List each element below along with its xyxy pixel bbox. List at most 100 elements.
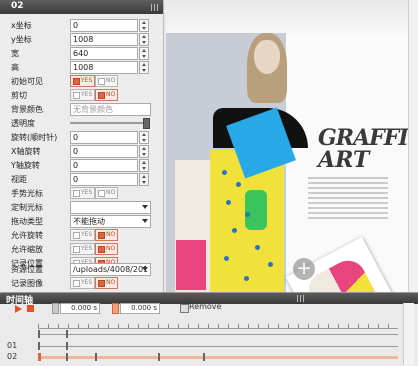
track-line [38,346,398,347]
keyframe[interactable] [66,342,68,350]
row-allow-zoom: 允许缩放 YES NO [0,243,163,256]
field-label: Y轴旋转 [11,161,40,170]
allow-zoom-no-toggle[interactable]: NO [95,243,119,255]
track-line [38,356,398,359]
width-field[interactable]: 640 [70,47,138,60]
checkbox-icon [98,232,105,239]
opacity-slider-handle[interactable] [143,118,150,129]
grip-icon[interactable] [151,4,159,11]
keyframe[interactable] [38,330,40,338]
field-label: 背景颜色 [11,105,43,114]
keyframe[interactable] [95,353,97,361]
rotation-stepper[interactable] [139,131,149,144]
time-end-field[interactable]: 0.000 s [120,303,160,314]
timeline-track[interactable] [38,341,398,352]
row-rotation: 旋转(顺时针) 0 [0,131,163,144]
chevron-down-icon[interactable] [141,202,148,211]
keyframe[interactable] [203,353,205,361]
keyframe-marker-icon[interactable] [52,303,59,314]
grip-icon[interactable] [297,295,305,302]
row-x: x坐标 0 [0,19,163,32]
field-label: 视距 [11,175,27,184]
clip-no-toggle[interactable]: NO [95,89,119,101]
x-field[interactable]: 0 [70,19,138,32]
row-allow-rotate: 允许旋转 YES NO [0,229,163,242]
row-height: 高 1008 [0,61,163,74]
checkbox-icon [73,246,80,253]
row-width: 宽 640 [0,47,163,60]
y-rotation-stepper[interactable] [139,159,149,172]
toggle-label: NO [106,279,116,286]
property-panel: 02 x坐标 0 y坐标 1008 宽 640 高 1008 初始可见 YES … [0,0,164,292]
field-label: y坐标 [11,35,32,44]
field-label: 剪切 [11,91,27,100]
timeline-scrollbar[interactable] [403,303,414,365]
drag-type-select[interactable]: 不能拖动 [70,215,151,228]
chevron-down-icon[interactable] [141,216,148,225]
description-text-block [308,177,388,219]
allow-zoom-yes-toggle[interactable]: YES [70,243,96,255]
rotation-field[interactable]: 0 [70,131,138,144]
height-stepper[interactable] [139,61,149,74]
canvas-top-strip [166,0,418,33]
track-line [38,334,398,335]
keyframe-marker-icon[interactable] [112,303,119,314]
x-rotation-stepper[interactable] [139,145,149,158]
play-icon[interactable] [15,305,22,313]
allow-rotate-yes-toggle[interactable]: YES [70,229,96,241]
field-label: 允许旋转 [11,231,43,240]
hand-cursor-no-toggle[interactable]: NO [95,187,119,199]
add-element-button[interactable]: + [293,258,315,280]
row-opacity: 透明度 [0,117,163,130]
record-image-yes-toggle[interactable]: YES [70,277,96,289]
timeline-track[interactable] [38,329,398,340]
allow-rotate-no-toggle[interactable]: NO [95,229,119,241]
toggle-label: YES [81,91,93,98]
keyframe[interactable] [158,353,160,361]
checkbox-icon [73,190,80,197]
keyframe[interactable] [38,342,40,350]
canvas-scrollbar[interactable] [408,0,418,292]
background-color-field[interactable]: 无背景颜色 [70,103,151,116]
keyframe[interactable] [38,353,41,361]
height-field[interactable]: 1008 [70,61,138,74]
field-label: 透明度 [11,119,35,128]
visible-no-toggle[interactable]: NO [95,75,119,87]
row-y-rotation: Y轴旋转 0 [0,159,163,172]
y-field[interactable]: 1008 [70,33,138,46]
headline-art: ART [318,147,370,173]
chevron-down-icon[interactable] [141,264,148,273]
checkbox-icon [98,92,105,99]
resource-location-select[interactable]: /uploads/4008/201 [70,263,151,276]
toggle-label: NO [106,231,116,238]
opacity-slider[interactable] [70,122,148,124]
toggle-label: NO [106,77,116,84]
clip-yes-toggle[interactable]: YES [70,89,96,101]
visible-yes-toggle[interactable]: YES [70,75,96,87]
keyframe[interactable] [66,330,68,338]
timeline-ruler[interactable] [38,320,398,329]
checkbox-icon [98,280,105,287]
row-custom-cursor: 定制光标 [0,201,163,214]
toggle-label: YES [81,189,93,196]
field-label: x坐标 [11,21,32,30]
width-stepper[interactable] [139,47,149,60]
toggle-label: NO [106,91,116,98]
y-rotation-field[interactable]: 0 [70,159,138,172]
hand-cursor-yes-toggle[interactable]: YES [70,187,96,199]
x-rotation-field[interactable]: 0 [70,145,138,158]
time-start-field[interactable]: 0.000 s [60,303,100,314]
panel-header[interactable]: 02 [0,0,163,14]
custom-cursor-select[interactable] [70,201,151,214]
perspective-field[interactable]: 0 [70,173,138,186]
perspective-stepper[interactable] [139,173,149,186]
x-stepper[interactable] [139,19,149,32]
remove-icon[interactable] [180,304,189,313]
stop-icon[interactable] [27,305,34,312]
keyframe[interactable] [66,353,68,361]
y-stepper[interactable] [139,33,149,46]
record-image-no-toggle[interactable]: NO [95,277,119,289]
remove-button[interactable]: Remove [189,302,221,311]
field-label: 拖动类型 [11,217,43,226]
timeline-track-selected[interactable] [38,352,398,363]
